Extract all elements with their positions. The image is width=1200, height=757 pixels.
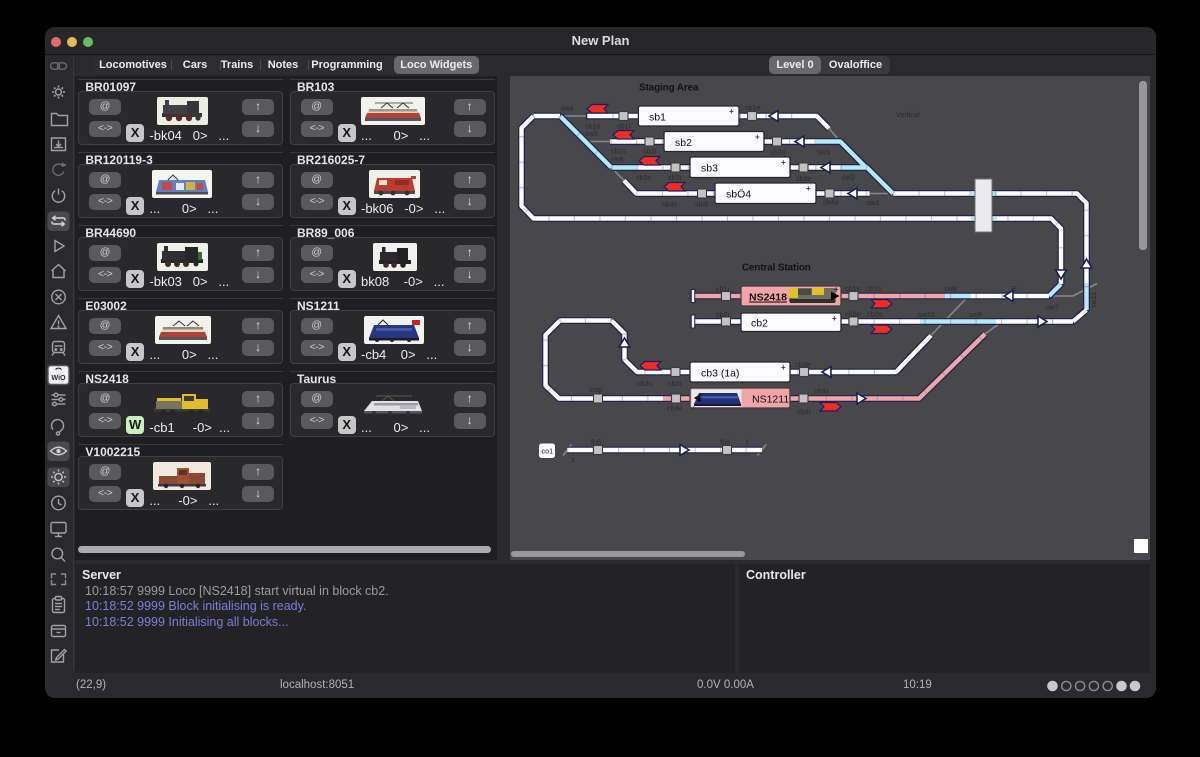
svg-text:1: 1 xyxy=(745,438,749,447)
svg-text:NS1211: NS1211 xyxy=(752,394,789,406)
svg-text:sw6: sw6 xyxy=(611,155,624,164)
svg-text:cb1e: cb1e xyxy=(845,284,861,293)
svg-text:+: + xyxy=(729,107,734,116)
svg-text:NS2418: NS2418 xyxy=(749,292,787,304)
svg-text:cb3s: cb3s xyxy=(637,379,653,388)
svg-text:cb1i: cb1i xyxy=(716,285,730,294)
svg-text:sw11: sw11 xyxy=(1089,292,1098,308)
svg-text:sb3e: sb3e xyxy=(796,174,812,183)
svg-text:sw9: sw9 xyxy=(969,310,982,319)
svg-text:+: + xyxy=(781,363,786,372)
svg-text:Staging Area: Staging Area xyxy=(639,83,699,94)
svg-text:sw5: sw5 xyxy=(585,129,598,138)
svg-text:cb2i: cb2i xyxy=(716,310,730,319)
svg-text:1: 1 xyxy=(571,455,575,464)
svg-text:cb3 (1a): cb3 (1a) xyxy=(701,368,740,380)
svg-text:cb2e: cb2e xyxy=(845,310,861,319)
svg-text:+: + xyxy=(755,133,760,142)
svg-text:sw4: sw4 xyxy=(561,104,574,113)
svg-text:E: E xyxy=(1012,284,1017,293)
svg-text:loop: loop xyxy=(589,385,603,394)
svg-text:WiO: WiO xyxy=(51,373,66,382)
svg-text:sw10: sw10 xyxy=(918,310,935,319)
svg-text:sb3: sb3 xyxy=(701,163,718,175)
svg-text:+: + xyxy=(806,184,811,193)
svg-text:+: + xyxy=(832,314,837,323)
svg-text:sw2: sw2 xyxy=(842,173,855,182)
svg-text:Central Station: Central Station xyxy=(742,263,811,274)
svg-text:+: + xyxy=(691,404,696,413)
svg-text:sw8: sw8 xyxy=(944,284,957,293)
svg-text:sb1e: sb1e xyxy=(745,103,761,112)
svg-text:sb4i: sb4i xyxy=(695,200,709,209)
svg-text:sb1: sb1 xyxy=(649,112,666,124)
svg-text:cb2s: cb2s xyxy=(867,310,883,319)
svg-text:+: + xyxy=(781,158,786,167)
svg-text:cb4e: cb4e xyxy=(667,404,683,413)
svg-text:sw7: sw7 xyxy=(1046,303,1059,312)
svg-text:sbÖ4: sbÖ4 xyxy=(726,189,751,201)
svg-text:cb3i: cb3i xyxy=(668,379,682,388)
svg-text:sw3: sw3 xyxy=(817,148,830,157)
svg-text:sb3i: sb3i xyxy=(668,173,682,182)
svg-text:cb1s: cb1s xyxy=(866,284,882,293)
svg-text:Vertical: Vertical xyxy=(896,110,920,119)
svg-text:sb2e: sb2e xyxy=(770,148,786,157)
svg-text:sb3s: sb3s xyxy=(636,173,652,182)
svg-text:fb5: fb5 xyxy=(591,438,601,447)
svg-text:cb2: cb2 xyxy=(751,318,768,330)
svg-text:cb4s: cb4s xyxy=(814,387,830,396)
svg-text:fb6: fb6 xyxy=(720,438,730,447)
svg-text:co1: co1 xyxy=(542,447,554,456)
svg-text:sb4s: sb4s xyxy=(662,200,678,209)
svg-text:cb3e: cb3e xyxy=(795,360,811,369)
svg-text:cb4i: cb4i xyxy=(797,408,811,417)
svg-text:sb1i: sb1i xyxy=(617,122,631,131)
svg-text:sw1: sw1 xyxy=(867,198,880,207)
svg-text:sb2i: sb2i xyxy=(643,147,657,156)
svg-text:sb2: sb2 xyxy=(675,137,692,149)
svg-text:+: + xyxy=(834,285,839,294)
svg-text:sb4e: sb4e xyxy=(823,198,839,207)
